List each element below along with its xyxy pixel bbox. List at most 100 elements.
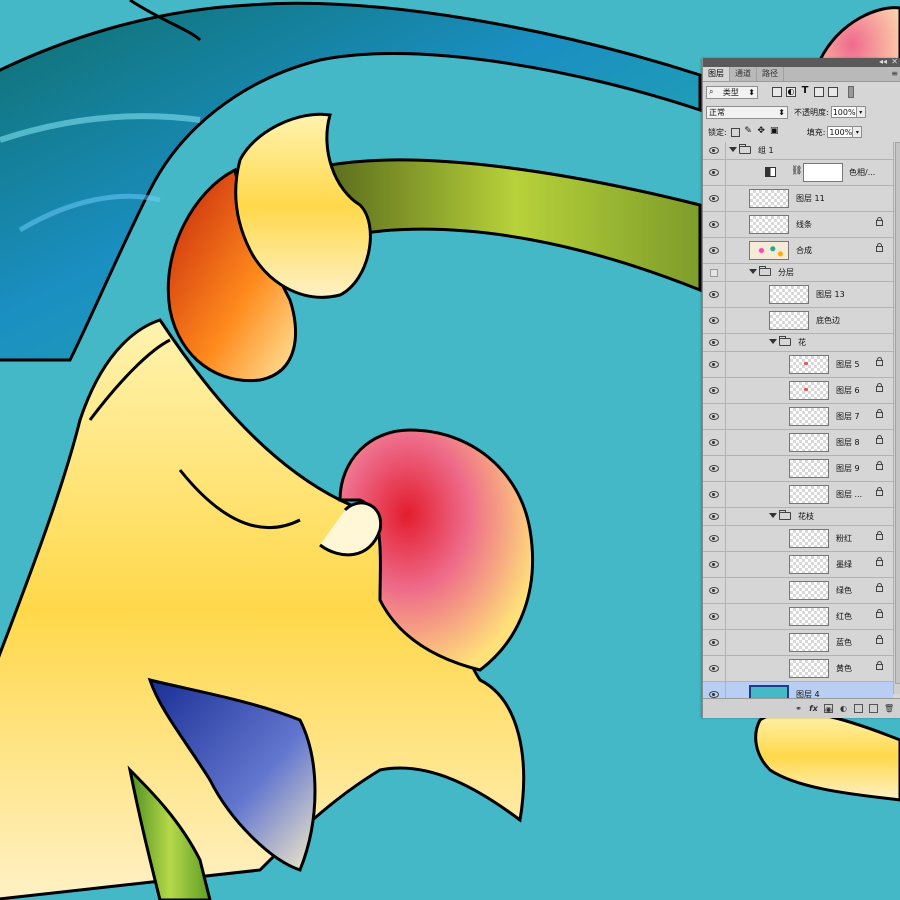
- layer-name: 墨绿: [836, 560, 852, 569]
- tab-paths[interactable]: 路径: [757, 67, 784, 81]
- layer-thumbnail: [789, 581, 829, 600]
- lock-icon: [876, 435, 883, 444]
- layer-row[interactable]: 黄色: [703, 656, 893, 682]
- layer-row[interactable]: 图层 13: [703, 282, 893, 308]
- add-mask-icon[interactable]: ◉: [824, 704, 833, 714]
- visibility-eye-icon[interactable]: [703, 282, 726, 307]
- expand-arrow-icon[interactable]: [749, 269, 757, 274]
- lock-icon: [876, 487, 883, 496]
- layer-name: 图层 13: [816, 290, 845, 299]
- layer-row[interactable]: 蓝色: [703, 630, 893, 656]
- layer-row[interactable]: 红色: [703, 604, 893, 630]
- visibility-eye-icon[interactable]: [703, 630, 726, 655]
- new-group-icon[interactable]: [854, 704, 863, 713]
- lock-transparent-icon[interactable]: [730, 127, 740, 137]
- expand-arrow-icon[interactable]: [769, 513, 777, 518]
- layer-name: 花: [798, 338, 806, 347]
- visibility-eye-icon[interactable]: [703, 308, 726, 333]
- visibility-eye-icon[interactable]: [703, 238, 726, 263]
- lock-icon: [876, 557, 883, 566]
- lock-all-icon[interactable]: ▣: [770, 126, 779, 137]
- expand-arrow-icon[interactable]: [729, 147, 737, 152]
- visibility-eye-icon[interactable]: [703, 578, 726, 603]
- close-panel-icon[interactable]: ✕: [891, 57, 898, 67]
- layer-thumbnail: [789, 555, 829, 574]
- layer-row[interactable]: 粉红: [703, 526, 893, 552]
- trash-icon[interactable]: 🗑: [884, 704, 894, 713]
- layer-thumbnail: [789, 633, 829, 652]
- lock-move-icon[interactable]: ✥: [757, 126, 766, 137]
- chevron-updown-icon: ⬍: [748, 87, 755, 97]
- filter-type-icon[interactable]: T: [800, 86, 810, 97]
- visibility-eye-icon[interactable]: [703, 604, 726, 629]
- layer-row[interactable]: 图层 7: [703, 404, 893, 430]
- visibility-eye-icon[interactable]: [703, 404, 726, 429]
- visibility-eye-icon[interactable]: [703, 508, 726, 525]
- layer-row[interactable]: 图层 ...: [703, 482, 893, 508]
- filter-toggle-switch[interactable]: [848, 86, 854, 98]
- layers-scrollbar[interactable]: [893, 142, 900, 694]
- visibility-eye-icon[interactable]: [703, 526, 726, 551]
- link-layers-icon[interactable]: ⚭: [794, 704, 803, 713]
- layer-row[interactable]: ⛓ 色相/...: [703, 160, 893, 186]
- filter-smartobject-icon[interactable]: [828, 87, 838, 97]
- visibility-eye-icon[interactable]: [703, 212, 726, 237]
- link-chain-icon: ⛓: [791, 166, 803, 176]
- layer-mask-thumbnail[interactable]: [803, 163, 843, 182]
- filter-pixel-icon[interactable]: [772, 87, 782, 97]
- visibility-toggle-box[interactable]: [703, 264, 726, 281]
- filter-shape-icon[interactable]: [814, 87, 824, 97]
- filter-adjustment-icon[interactable]: ◐: [786, 87, 796, 97]
- visibility-eye-icon[interactable]: [703, 334, 726, 351]
- lock-label: 锁定:: [708, 127, 727, 137]
- blend-mode-select[interactable]: 正常 ⬍: [706, 105, 788, 119]
- layer-row[interactable]: 底色边: [703, 308, 893, 334]
- fill-label: 填充:: [806, 127, 826, 137]
- layer-row[interactable]: 图层 8: [703, 430, 893, 456]
- collapse-panel-icon[interactable]: ◂◂: [879, 57, 887, 67]
- layer-name: 色相/...: [849, 168, 876, 177]
- blend-mode-value: 正常: [709, 107, 725, 117]
- visibility-eye-icon[interactable]: [703, 378, 726, 403]
- chevron-updown-icon: ⬍: [778, 107, 785, 117]
- adjustment-layer-icon[interactable]: ◐: [839, 704, 848, 713]
- layer-row[interactable]: 合成: [703, 238, 893, 264]
- fill-input[interactable]: 100%: [827, 126, 854, 138]
- visibility-eye-icon[interactable]: [703, 142, 726, 159]
- layer-group-row[interactable]: 花枝: [703, 508, 893, 526]
- filter-type-select[interactable]: ⌕ 类型 ⬍: [706, 85, 758, 99]
- visibility-eye-icon[interactable]: [703, 456, 726, 481]
- layer-row[interactable]: 图层 11: [703, 186, 893, 212]
- visibility-eye-icon[interactable]: [703, 482, 726, 507]
- layer-row[interactable]: 图层 9: [703, 456, 893, 482]
- tab-channels[interactable]: 通道: [730, 67, 757, 81]
- fx-icon[interactable]: fx: [809, 704, 818, 713]
- visibility-eye-icon[interactable]: [703, 552, 726, 577]
- panel-titlebar[interactable]: ◂◂ ✕: [703, 57, 900, 67]
- layer-row[interactable]: 线条: [703, 212, 893, 238]
- tab-layers[interactable]: 图层: [703, 67, 730, 81]
- lock-brush-icon[interactable]: ✎: [744, 126, 753, 137]
- visibility-eye-icon[interactable]: [703, 160, 726, 185]
- opacity-input[interactable]: 100%: [830, 106, 857, 118]
- layer-row[interactable]: 图层 5: [703, 352, 893, 378]
- visibility-eye-icon[interactable]: [703, 656, 726, 681]
- visibility-eye-icon[interactable]: [703, 186, 726, 211]
- expand-arrow-icon[interactable]: [769, 339, 777, 344]
- filter-row: ⌕ 类型 ⬍ ◐ T: [703, 82, 900, 102]
- opacity-dropdown-arrow[interactable]: ▾: [856, 106, 866, 118]
- lock-row: 锁定: ✎ ✥ ▣ 填充: 100% ▾: [703, 122, 900, 143]
- scrollbar-thumb[interactable]: [895, 142, 900, 684]
- visibility-eye-icon[interactable]: [703, 352, 726, 377]
- panel-menu-icon[interactable]: ≡: [891, 67, 898, 81]
- layer-group-row[interactable]: 组 1: [703, 142, 893, 160]
- visibility-eye-icon[interactable]: [703, 430, 726, 455]
- layer-group-row[interactable]: 分层: [703, 264, 893, 282]
- layer-row[interactable]: 绿色: [703, 578, 893, 604]
- layer-row[interactable]: 墨绿: [703, 552, 893, 578]
- layer-name: 图层 6: [836, 386, 860, 395]
- fill-dropdown-arrow[interactable]: ▾: [853, 126, 863, 138]
- layer-row[interactable]: 图层 6: [703, 378, 893, 404]
- layer-group-row[interactable]: 花: [703, 334, 893, 352]
- new-layer-icon[interactable]: [869, 704, 878, 713]
